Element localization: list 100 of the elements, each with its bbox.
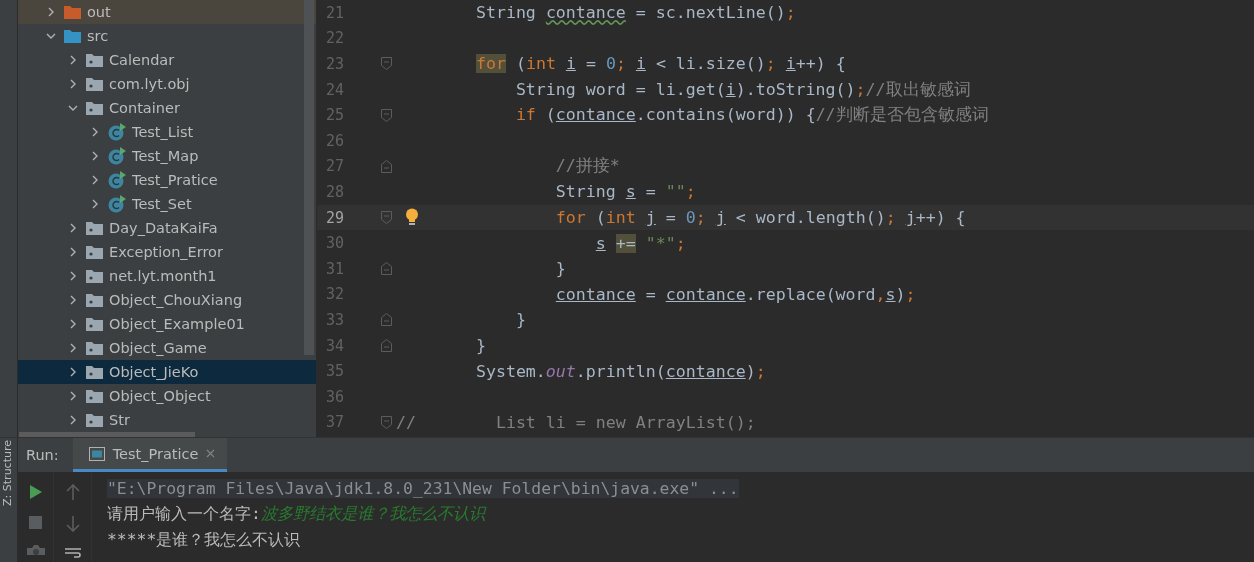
line-number: 22: [324, 29, 344, 48]
code-line: System.out.println(contance);: [475, 361, 766, 381]
lightbulb-icon[interactable]: [405, 207, 419, 226]
console-icon: [88, 446, 105, 461]
tree-item[interactable]: Object_Example01: [18, 312, 316, 336]
tree-item[interactable]: net.lyt.month1: [18, 264, 316, 288]
tree-item[interactable]: Test_List: [18, 120, 316, 144]
tree-item[interactable]: Exception_Error: [18, 240, 316, 264]
line-number: 26: [324, 131, 344, 150]
tree-item[interactable]: src: [18, 24, 316, 48]
tree-item[interactable]: Object_ChouXiang: [18, 288, 316, 312]
class-icon: [108, 195, 126, 213]
package-folder-icon: [86, 221, 103, 235]
fold-marker-icon[interactable]: [381, 57, 392, 71]
scrollbar[interactable]: [19, 432, 195, 437]
code-line: if (contance.contains(word)) {//判断是否包含敏感词: [515, 104, 989, 127]
tree-item[interactable]: Str: [18, 408, 316, 432]
package-folder-icon: [86, 101, 103, 115]
line-number: 25: [324, 106, 344, 125]
chevron-right-icon[interactable]: [68, 55, 78, 65]
console-text: 请用户输入一个名字:: [107, 503, 261, 525]
chevron-right-icon[interactable]: [68, 295, 78, 305]
class-icon: [108, 171, 126, 189]
code-line: String contance = sc.nextLine();: [475, 3, 796, 23]
chevron-right-icon[interactable]: [68, 343, 78, 353]
package-folder-icon: [86, 269, 103, 283]
chevron-right-icon[interactable]: [46, 7, 56, 17]
line-number: 29: [324, 208, 344, 227]
folder-icon: [64, 29, 81, 43]
tree-item[interactable]: Test_Map: [18, 144, 316, 168]
run-icon[interactable]: [28, 484, 43, 500]
line-number: 33: [324, 310, 344, 329]
line-number: 31: [324, 259, 344, 278]
line-number: 28: [324, 182, 344, 201]
fold-marker-icon[interactable]: [381, 108, 392, 122]
chevron-right-icon[interactable]: [90, 175, 100, 185]
code-line: for (int j = 0; j < word.length(); j++) {: [555, 208, 966, 228]
line-number: 34: [324, 336, 344, 355]
package-folder-icon: [86, 245, 103, 259]
fold-end-marker-icon[interactable]: [381, 339, 392, 352]
class-icon: [108, 147, 126, 165]
package-folder-icon: [86, 365, 103, 379]
package-folder-icon: [86, 341, 103, 355]
chevron-right-icon[interactable]: [68, 415, 78, 425]
code-line: // List li = new ArrayList();: [396, 412, 756, 432]
code-line: String word = li.get(i).toString();//取出敏感词: [515, 78, 971, 101]
chevron-right-icon[interactable]: [68, 271, 78, 281]
console-text: *****是谁？我怎么不认识: [107, 529, 301, 551]
typed-input-text: 波多野结衣是谁？我怎么不认识: [260, 503, 485, 525]
tree-item[interactable]: Test_Set: [18, 192, 316, 216]
tree-item[interactable]: Object_Game: [18, 336, 316, 360]
line-number: 32: [324, 285, 344, 304]
chevron-right-icon[interactable]: [68, 367, 78, 377]
chevron-right-icon[interactable]: [90, 151, 100, 161]
class-icon: [108, 123, 126, 141]
line-number: 30: [324, 234, 344, 253]
command-line-text: "E:\Program Files\Java\jdk1.8.0_231\New Folder\bin\java.exe" ...: [107, 478, 739, 498]
tree-item[interactable]: Calendar: [18, 48, 316, 72]
soft-wrap-icon[interactable]: [64, 548, 81, 558]
tree-item[interactable]: Object_Object: [18, 384, 316, 408]
package-folder-icon: [86, 317, 103, 331]
tree-item[interactable]: Container: [18, 96, 316, 120]
tree-item[interactable]: out: [18, 0, 316, 24]
package-folder-icon: [86, 77, 103, 91]
tree-item[interactable]: Object_JieKo: [18, 360, 316, 384]
code-line: s += "*";: [595, 233, 686, 253]
chevron-right-icon[interactable]: [90, 199, 100, 209]
chevron-right-icon[interactable]: [68, 247, 78, 257]
fold-marker-icon[interactable]: [381, 415, 392, 429]
fold-end-marker-icon[interactable]: [381, 159, 392, 173]
chevron-down-icon[interactable]: [68, 103, 78, 113]
run-panel-title: Run:: [26, 447, 59, 463]
chevron-right-icon[interactable]: [90, 127, 100, 137]
line-number: 24: [324, 80, 344, 99]
line-number: 21: [324, 3, 344, 22]
chevron-down-icon[interactable]: [46, 31, 56, 41]
code-line: for (int i = 0; i < li.size(); i++) {: [475, 54, 846, 74]
fold-marker-icon[interactable]: [381, 211, 392, 225]
package-folder-icon: [86, 413, 103, 427]
code-line: }: [475, 336, 486, 355]
code-line: contance = contance.replace(word,s);: [555, 284, 916, 304]
chevron-right-icon[interactable]: [68, 223, 78, 233]
chevron-right-icon[interactable]: [68, 391, 78, 401]
package-folder-icon: [86, 53, 103, 67]
tree-item[interactable]: com.lyt.obj: [18, 72, 316, 96]
package-folder-icon: [86, 389, 103, 403]
code-line: }: [555, 259, 566, 279]
fold-end-marker-icon[interactable]: [381, 262, 392, 276]
tree-item[interactable]: Test_Pratice: [18, 168, 316, 192]
fold-end-marker-icon[interactable]: [381, 313, 392, 327]
chevron-right-icon[interactable]: [68, 319, 78, 329]
package-folder-icon: [86, 293, 103, 307]
folder-icon: [64, 5, 81, 19]
run-tab[interactable]: Test_Pratice: [72, 438, 228, 472]
tree-item[interactable]: Day_DataKaiFa: [18, 216, 316, 240]
line-number: 37: [324, 413, 344, 432]
code-line: //拼接*: [555, 155, 620, 178]
chevron-right-icon[interactable]: [68, 79, 78, 89]
line-number: 36: [324, 387, 344, 406]
line-number: 27: [324, 157, 344, 176]
